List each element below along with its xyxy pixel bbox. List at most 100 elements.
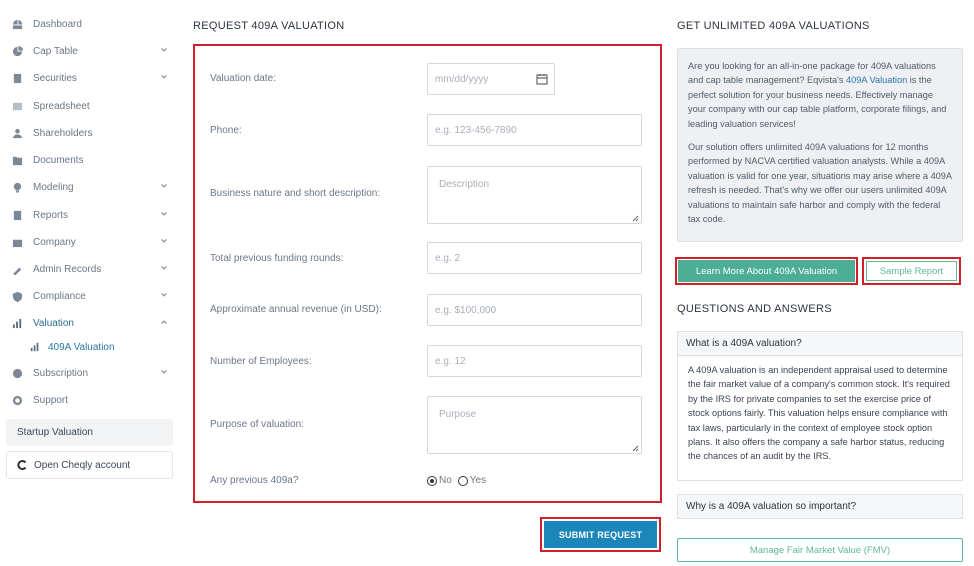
chevron-down-icon[interactable] xyxy=(160,264,170,274)
purpose-placeholder: Purpose xyxy=(439,409,477,420)
sidebar-item-company[interactable]: Company xyxy=(8,232,176,252)
qa-title: QUESTIONS AND ANSWERS xyxy=(677,303,832,315)
business-description-field[interactable]: Description xyxy=(427,166,642,224)
sidebar-item-label: Dashboard xyxy=(33,18,82,30)
sidebar-item-label: Shareholders xyxy=(33,127,93,139)
sidebar-item-admin-records[interactable]: Admin Records xyxy=(8,259,176,279)
chevron-down-icon[interactable] xyxy=(160,237,170,247)
business-description-label: Business nature and short description: xyxy=(210,188,381,199)
sidebar-item-label: Admin Records xyxy=(33,263,102,275)
valuation-date-label: Valuation date: xyxy=(210,73,276,84)
learn-more-highlight: Learn More About 409A Valuation xyxy=(675,257,858,285)
promo-info-box: Are you looking for an all-in-one packag… xyxy=(677,48,963,242)
admin-records-icon xyxy=(11,263,23,275)
calendar-icon[interactable] xyxy=(536,73,548,85)
chevron-down-icon[interactable] xyxy=(160,46,170,56)
submit-request-button[interactable]: SUBMIT REQUEST xyxy=(544,521,657,548)
promo-paragraph-1: Are you looking for an all-in-one packag… xyxy=(688,61,947,129)
sidebar-subitem-409a-valuation[interactable]: 409A Valuation xyxy=(30,338,115,356)
previous-409a-label: Any previous 409a? xyxy=(210,475,299,486)
phone-label: Phone: xyxy=(210,125,242,136)
promo-title: GET UNLIMITED 409A VALUATIONS xyxy=(677,20,870,32)
promo-paragraph-2: Our solution offers unlimited 409A valua… xyxy=(688,142,952,225)
valuation-date-field[interactable]: mm/dd/yyyy xyxy=(427,63,555,95)
manage-fmv-button[interactable]: Manage Fair Market Value (FMV) xyxy=(677,538,963,562)
radio-yes[interactable] xyxy=(457,475,468,486)
sidebar-item-compliance[interactable]: Compliance xyxy=(8,286,176,306)
resize-grip-icon[interactable] xyxy=(632,214,639,222)
409a-valuation-link[interactable]: 409A Valuation xyxy=(846,75,907,85)
sidebar-item-label: Cap Table xyxy=(33,45,78,57)
purpose-label: Purpose of valuation: xyxy=(210,419,304,430)
documents-icon xyxy=(11,154,23,166)
chevron-down-icon[interactable] xyxy=(160,291,170,301)
shareholders-icon xyxy=(11,127,23,139)
sidebar-item-reports[interactable]: Reports xyxy=(8,205,176,225)
purpose-field[interactable]: Purpose xyxy=(427,396,642,454)
funding-rounds-label: Total previous funding rounds: xyxy=(210,253,344,264)
chevron-up-icon[interactable] xyxy=(160,318,170,328)
annual-revenue-placeholder: e.g. $100,000 xyxy=(435,304,497,316)
sidebar-item-shareholders[interactable]: Shareholders xyxy=(8,123,176,143)
sidebar-item-label: Compliance xyxy=(33,290,86,302)
chevron-down-icon[interactable] xyxy=(160,182,170,192)
qa-question-2[interactable]: Why is a 409A valuation so important? xyxy=(677,494,963,519)
valuation-date-placeholder: mm/dd/yyyy xyxy=(435,73,489,85)
cap-table-icon xyxy=(11,45,23,57)
radio-no[interactable] xyxy=(427,475,437,486)
request-form: Valuation date: mm/dd/yyyy Phone: e.g. 1… xyxy=(193,44,662,503)
sidebar-item-label: Support xyxy=(33,394,69,406)
chevron-down-icon[interactable] xyxy=(160,210,170,220)
phone-placeholder: e.g. 123-456-7890 xyxy=(435,124,517,136)
sidebar-item-securities[interactable]: Securities xyxy=(8,68,176,88)
valuation-icon xyxy=(11,317,23,329)
sidebar-item-modeling[interactable]: Modeling xyxy=(8,177,176,197)
employees-field[interactable]: e.g. 12 xyxy=(427,345,642,377)
sidebar-subitem-label: 409A Valuation xyxy=(48,341,115,353)
radio-no-label: No xyxy=(439,475,452,486)
radio-yes-label: Yes xyxy=(469,475,487,486)
learn-more-button[interactable]: Learn More About 409A Valuation xyxy=(678,260,855,282)
spreadsheet-icon xyxy=(11,100,23,112)
qa-answer-1: A 409A valuation is an independent appra… xyxy=(677,356,963,481)
cheqly-button-label: Open Cheqly account xyxy=(34,459,131,471)
annual-revenue-field[interactable]: e.g. $100,000 xyxy=(427,294,642,326)
reports-icon xyxy=(11,209,23,221)
compliance-icon xyxy=(11,290,23,302)
startup-valuation-button[interactable]: Startup Valuation xyxy=(6,419,173,446)
sidebar-item-valuation[interactable]: Valuation xyxy=(8,313,176,333)
sample-report-highlight: Sample Report xyxy=(862,257,961,285)
chevron-down-icon[interactable] xyxy=(160,368,170,378)
valuation-icon xyxy=(30,342,40,352)
sample-report-button[interactable]: Sample Report xyxy=(866,261,957,281)
open-cheqly-account-button[interactable]: Open Cheqly account xyxy=(6,451,173,479)
chevron-down-icon[interactable] xyxy=(160,73,170,83)
sidebar-item-label: Documents xyxy=(33,154,84,166)
sidebar-item-label: Reports xyxy=(33,209,69,221)
qa-question-1[interactable]: What is a 409A valuation? xyxy=(677,331,963,356)
sidebar-item-label: Securities xyxy=(33,72,77,84)
submit-highlight: SUBMIT REQUEST xyxy=(540,517,661,552)
modeling-icon xyxy=(11,181,23,193)
sidebar-item-label: Company xyxy=(33,236,76,248)
sidebar-item-documents[interactable]: Documents xyxy=(8,150,176,170)
funding-rounds-placeholder: e.g. 2 xyxy=(435,252,461,264)
funding-rounds-field[interactable]: e.g. 2 xyxy=(427,242,642,274)
sidebar-item-support[interactable]: Support xyxy=(8,390,176,410)
sidebar-item-spreadsheet[interactable]: Spreadsheet xyxy=(8,96,176,116)
sidebar-item-label: Subscription xyxy=(33,367,89,379)
form-title: REQUEST 409A VALUATION xyxy=(193,20,345,32)
subscription-icon xyxy=(11,367,23,379)
sidebar-item-label: Spreadsheet xyxy=(33,100,90,112)
phone-field[interactable]: e.g. 123-456-7890 xyxy=(427,114,642,146)
resize-grip-icon[interactable] xyxy=(632,444,639,452)
company-icon xyxy=(11,236,23,248)
sidebar: Dashboard Cap Table Securities Spreadshe… xyxy=(0,0,180,566)
sidebar-item-dashboard[interactable]: Dashboard xyxy=(8,14,176,34)
employees-placeholder: e.g. 12 xyxy=(435,355,466,367)
sidebar-item-cap-table[interactable]: Cap Table xyxy=(8,41,176,61)
securities-icon xyxy=(11,72,23,84)
sidebar-item-subscription[interactable]: Subscription xyxy=(8,363,176,383)
business-description-placeholder: Description xyxy=(439,179,490,190)
dashboard-icon xyxy=(11,18,23,30)
